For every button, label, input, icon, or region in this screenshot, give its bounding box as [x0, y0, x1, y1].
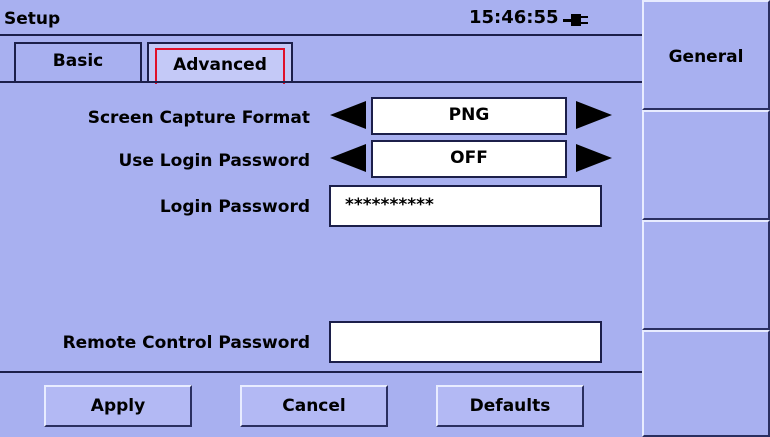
softkey-4[interactable] — [642, 330, 770, 437]
tab-basic[interactable]: Basic — [14, 42, 142, 82]
softkey-2[interactable] — [642, 110, 770, 220]
bottom-divider — [0, 371, 642, 373]
defaults-button[interactable]: Defaults — [436, 385, 584, 427]
login-password-value: ********** — [345, 195, 434, 215]
cancel-button-label: Cancel — [282, 396, 346, 416]
cancel-button[interactable]: Cancel — [240, 385, 388, 427]
title-bar: Setup 15:46:55 — [0, 0, 642, 36]
ac-plug-icon — [563, 14, 588, 26]
apply-button[interactable]: Apply — [44, 385, 192, 427]
use-login-password-label: Use Login Password — [118, 151, 310, 171]
remote-control-password-field[interactable] — [329, 321, 602, 363]
login-password-field[interactable]: ********** — [329, 185, 602, 227]
screen-capture-format-label: Screen Capture Format — [87, 108, 310, 128]
tab-basic-label: Basic — [52, 51, 104, 71]
login-password-label: Login Password — [159, 197, 310, 217]
page-title: Setup — [4, 9, 61, 29]
softkey-general[interactable]: General — [642, 0, 770, 110]
tab-advanced[interactable]: Advanced — [147, 42, 293, 84]
tab-strip: Basic Advanced — [0, 38, 642, 90]
remote-control-password-label: Remote Control Password — [62, 333, 310, 353]
use-login-password-field[interactable]: OFF — [371, 140, 567, 178]
tab-divider — [0, 81, 642, 83]
right-arrow-icon[interactable] — [576, 144, 612, 172]
use-login-password-value: OFF — [450, 148, 488, 168]
softkey-3[interactable] — [642, 220, 770, 330]
clock: 15:46:55 — [469, 7, 559, 28]
tab-advanced-focus: Advanced — [155, 48, 285, 84]
softkey-general-label: General — [668, 47, 744, 67]
screen-capture-format-field[interactable]: PNG — [371, 97, 567, 135]
left-arrow-icon[interactable] — [330, 101, 366, 129]
apply-button-label: Apply — [90, 396, 146, 416]
right-arrow-icon[interactable] — [576, 101, 612, 129]
setup-panel: Setup 15:46:55 Basic Advanced Screen Cap… — [0, 0, 642, 437]
screen-capture-format-value: PNG — [448, 105, 490, 125]
softkey-panel: General — [642, 0, 770, 437]
left-arrow-icon[interactable] — [330, 144, 366, 172]
defaults-button-label: Defaults — [469, 396, 551, 416]
tab-advanced-label: Advanced — [173, 55, 267, 75]
